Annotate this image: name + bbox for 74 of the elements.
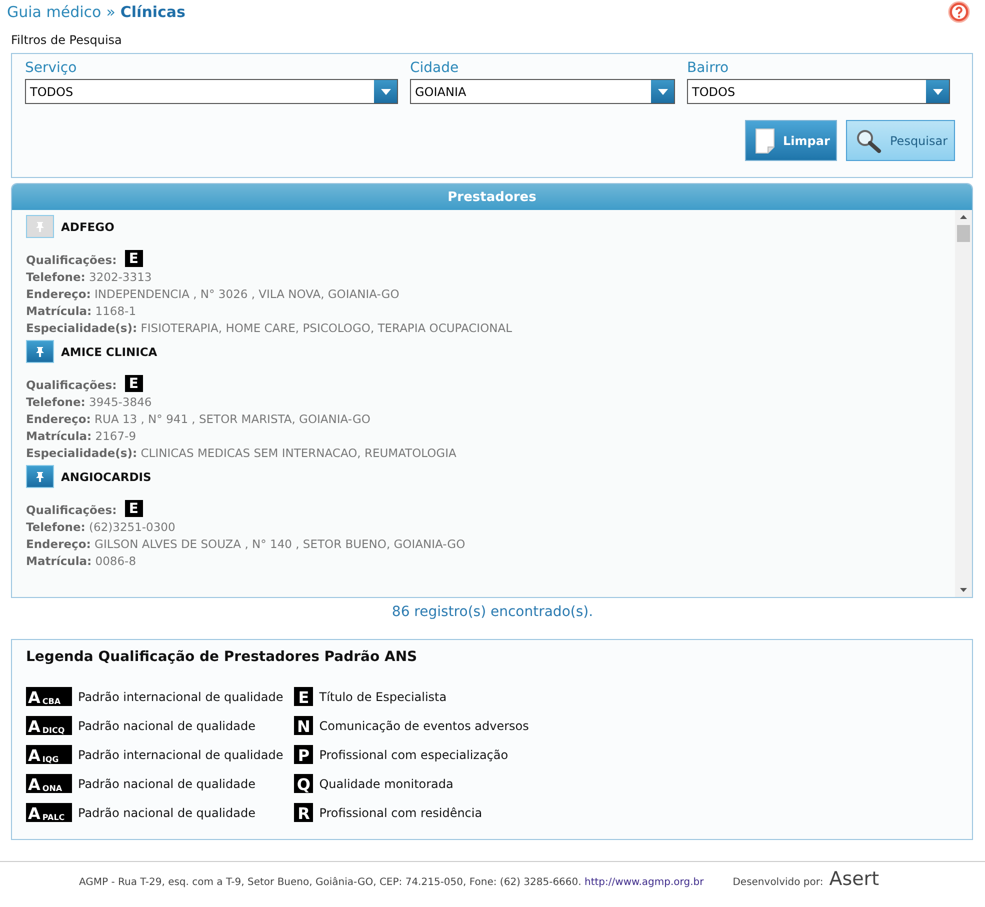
page-icon xyxy=(755,128,775,154)
legend-text: Padrão internacional de qualidade xyxy=(78,690,284,704)
provider-name: AMICE CLINICA xyxy=(61,344,158,358)
provider-name: ADFEGO xyxy=(61,220,114,234)
help-icon[interactable] xyxy=(948,1,970,23)
qualification-badge: A IQG xyxy=(26,745,72,764)
qualification-badge: R xyxy=(294,803,314,822)
pin-icon xyxy=(36,222,44,232)
legend-text: Padrão internacional de qualidade xyxy=(78,748,284,762)
provider-detail: Matrícula: 1168-1 xyxy=(26,303,136,320)
select-field[interactable]: TODOS xyxy=(687,79,950,104)
legend-text: Padrão nacional de qualidade xyxy=(78,718,256,732)
breadcrumb-link[interactable]: Guia médico xyxy=(7,3,102,21)
provider-detail: Telefone: 3945-3846 xyxy=(26,394,152,411)
qualification-badge: E xyxy=(124,500,143,517)
legend-text: Comunicação de eventos adversos xyxy=(319,718,529,732)
pin-button[interactable] xyxy=(26,340,54,363)
qualification-badge: E xyxy=(294,687,314,706)
developer-label: Desenvolvido por: xyxy=(732,876,824,888)
qualification-badge: N xyxy=(294,716,314,735)
provider-detail: Especialidade(s): FISIOTERAPIA, HOME CARE, PSICOLOGO, TERAPIA OCUPACIONAL xyxy=(26,320,512,337)
pin-icon xyxy=(36,346,44,356)
qualification-badge: A ONA xyxy=(26,774,72,793)
legend-text: Padrão nacional de qualidade xyxy=(78,806,256,820)
field-label: Qualificações: xyxy=(26,252,117,269)
legend-text: Padrão nacional de qualidade xyxy=(78,776,256,790)
qualification-badge: P xyxy=(294,745,314,764)
provider-detail: Matrícula: 0086-8 xyxy=(26,553,136,570)
page-title: Clínicas xyxy=(120,3,186,21)
qualification-badge: A PALC xyxy=(26,803,72,822)
qualification-badge: A DICQ xyxy=(26,716,72,735)
provider-detail: Telefone: 3202-3313 xyxy=(26,269,152,286)
select-field[interactable]: TODOS xyxy=(25,79,398,104)
results-count: 86 registro(s) encontrado(s). xyxy=(390,604,594,620)
field-label: Qualificações: xyxy=(26,502,117,519)
legend-text: Título de Especialista xyxy=(319,690,447,704)
developer-logo: Asert xyxy=(829,868,880,890)
provider-detail: Endereço: INDEPENDENCIA , N° 3026 , VILA NOVA, GOIANIA-GO xyxy=(26,286,400,303)
scrollbar-thumb[interactable] xyxy=(957,225,970,242)
field-label: Cidade xyxy=(410,60,460,76)
filters-title: Filtros de Pesquisa xyxy=(11,33,123,47)
search-button[interactable]: Pesquisar xyxy=(846,120,955,161)
clear-button[interactable]: Limpar xyxy=(745,120,837,161)
website-link[interactable]: http://www.agmp.org.br xyxy=(584,876,704,888)
field-label: Serviço xyxy=(25,60,78,76)
scroll-down-icon[interactable] xyxy=(960,588,967,592)
dropdown-arrow-icon xyxy=(658,88,668,94)
qualification-badge: Q xyxy=(294,774,314,793)
scroll-up-icon[interactable] xyxy=(960,215,967,219)
qualification-badge: E xyxy=(124,250,143,267)
field-label: Qualificações: xyxy=(26,377,117,394)
provider-detail: Matrícula: 2167-9 xyxy=(26,428,136,445)
qualification-badge: A CBA xyxy=(26,687,72,706)
provider-detail: Telefone: (62)3251-0300 xyxy=(26,519,176,536)
qualification-badge: E xyxy=(124,375,143,392)
provider-detail: Endereço: RUA 13 , N° 941 , SETOR MARISTA, GOIANIA-GO xyxy=(26,411,370,428)
pin-icon xyxy=(36,472,44,482)
legend-title: Legenda Qualificação de Prestadores Padrão ANS xyxy=(26,649,418,665)
dropdown-arrow-icon xyxy=(932,88,942,94)
panel-title: Prestadores xyxy=(448,190,536,204)
footer-address: AGMP - Rua T-29, esq. com a T-9, Setor Bueno, Goiânia-GO, CEP: 74.215-050, Fone: (62) 3285-6660. http://www.agmp.org.br xyxy=(79,876,704,888)
legend-text: Profissional com residência xyxy=(319,806,482,820)
select-field[interactable]: GOIANIA xyxy=(410,79,675,104)
legend-text: Qualidade monitorada xyxy=(319,776,454,790)
legend-text: Profissional com especialização xyxy=(319,748,508,762)
breadcrumb-separator: » xyxy=(106,3,116,21)
search-icon xyxy=(856,128,882,152)
field-label: Bairro xyxy=(687,60,730,76)
provider-detail: Especialidade(s): CLINICAS MEDICAS SEM INTERNACAO, REUMATOLOGIA xyxy=(26,445,456,462)
pin-button[interactable] xyxy=(26,465,54,488)
scrollbar[interactable] xyxy=(955,210,972,597)
dropdown-arrow-icon xyxy=(380,88,390,94)
provider-name: ANGIOCARDIS xyxy=(61,470,152,484)
provider-detail: Endereço: GILSON ALVES DE SOUZA , N° 140 , SETOR BUENO, GOIANIA-GO xyxy=(26,536,466,553)
